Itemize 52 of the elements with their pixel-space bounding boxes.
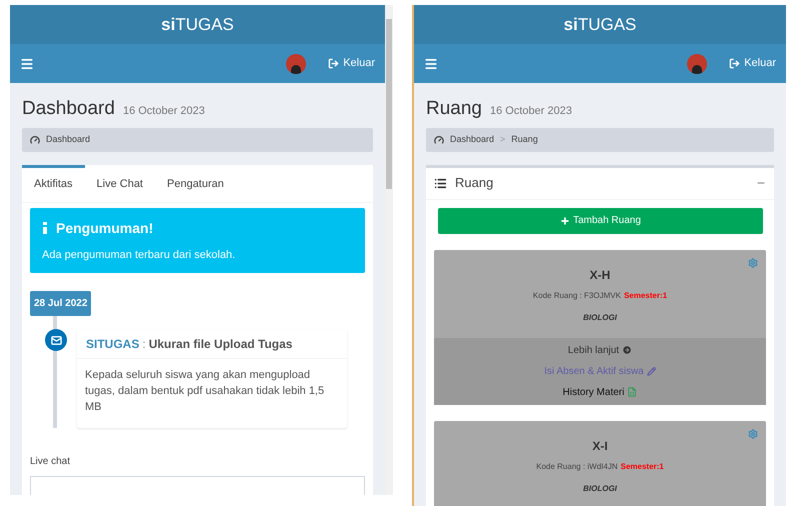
dashboard-icon bbox=[30, 134, 40, 144]
semester-label: Semester:1 bbox=[624, 290, 668, 302]
brand-logo[interactable]: siTUGAS bbox=[161, 12, 234, 38]
room-name: X-I bbox=[592, 438, 608, 454]
page-date: 16 October 2023 bbox=[122, 104, 205, 119]
card-link[interactable]: History Materi bbox=[562, 384, 638, 400]
tab[interactable]: Pengaturan bbox=[155, 164, 236, 202]
logout-icon bbox=[328, 58, 340, 69]
page-title: Ruang bbox=[426, 97, 482, 121]
info-icon bbox=[42, 222, 48, 234]
timeline-source[interactable]: SITUGAS bbox=[86, 335, 140, 353]
spreadsheet-icon bbox=[627, 387, 638, 397]
room-code: Kode Ruang : F3OJMVK bbox=[532, 290, 621, 302]
page-date: 16 October 2023 bbox=[490, 104, 572, 119]
tab[interactable]: Live Chat bbox=[84, 164, 155, 202]
menu-icon[interactable] bbox=[424, 56, 438, 70]
add-room-button[interactable]: Tambah Ruang bbox=[438, 208, 763, 234]
timeline-title: Ukuran file Upload Tugas bbox=[148, 336, 292, 353]
room-code: Kode Ruang : iWdI4JN bbox=[536, 460, 618, 472]
date-label: 28 Jul 2022 bbox=[30, 291, 92, 316]
page-title: Dashboard bbox=[22, 97, 115, 121]
logout-button[interactable]: Keluar bbox=[328, 55, 375, 72]
logout-icon bbox=[729, 58, 740, 69]
avatar[interactable] bbox=[687, 54, 708, 74]
list-icon bbox=[434, 176, 447, 190]
card-link[interactable]: Lebih lanjut bbox=[568, 342, 632, 358]
box-title: Ruang bbox=[455, 174, 494, 192]
breadcrumb-item[interactable]: Dashboard bbox=[450, 132, 494, 146]
menu-icon[interactable] bbox=[20, 56, 34, 70]
breadcrumb-item[interactable]: Ruang bbox=[511, 132, 538, 146]
plus-icon bbox=[560, 216, 570, 226]
avatar[interactable] bbox=[286, 54, 306, 74]
subject-label: BIOLOGI bbox=[583, 482, 617, 494]
dashboard-icon bbox=[434, 134, 444, 144]
breadcrumb-item: > bbox=[500, 132, 506, 146]
settings-icon[interactable] bbox=[748, 258, 758, 268]
brand-logo[interactable]: siTUGAS bbox=[564, 12, 636, 38]
subject-label: BIOLOGI bbox=[583, 312, 617, 324]
semester-label: Semester:1 bbox=[620, 460, 664, 472]
settings-icon[interactable] bbox=[748, 428, 758, 438]
live-chat-label: Live chat bbox=[30, 455, 72, 469]
arrow-circle-icon bbox=[622, 345, 632, 355]
room-name: X-H bbox=[590, 266, 610, 284]
breadcrumb-item[interactable]: Dashboard bbox=[46, 132, 90, 146]
timeline-separator: : bbox=[142, 336, 146, 353]
logout-button[interactable]: Keluar bbox=[729, 55, 776, 72]
mail-icon bbox=[50, 334, 62, 346]
scrollbar[interactable] bbox=[385, 5, 393, 495]
pencil-icon bbox=[646, 366, 656, 376]
announcement-text: Ada pengumuman terbaru dari sekolah. bbox=[42, 248, 236, 262]
timeline-body: Kepada seluruh siswa yang akan mengupload tugas, dalam bentuk pdf usahakan tidak lebih 1,5 MB bbox=[84, 368, 326, 415]
announcement-title: Pengumuman! bbox=[56, 218, 154, 238]
